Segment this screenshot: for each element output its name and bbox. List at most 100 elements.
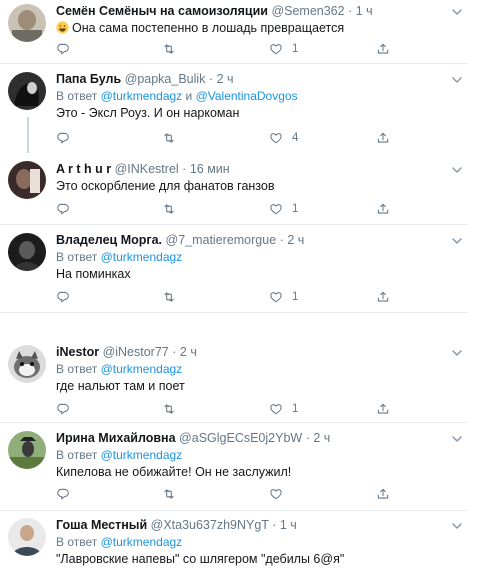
divider: [0, 224, 468, 225]
share-icon: [376, 290, 390, 304]
share-button[interactable]: [376, 289, 390, 305]
more-options-chevron[interactable]: [452, 237, 462, 245]
timestamp[interactable]: 16 мин: [190, 162, 230, 176]
chevron-down-icon: [452, 237, 462, 245]
author-name[interactable]: Владелец Морга.: [56, 233, 162, 247]
more-options-chevron[interactable]: [452, 166, 462, 174]
author-name[interactable]: iNestor: [56, 345, 99, 359]
like-button[interactable]: 1: [269, 289, 298, 305]
separator: ·: [172, 345, 177, 359]
reply-prefix: В ответ: [56, 448, 98, 462]
author-handle[interactable]: @Semen362: [271, 4, 344, 18]
more-options-chevron[interactable]: [452, 522, 462, 530]
avatar[interactable]: [8, 345, 46, 383]
tweet[interactable]: iNestor @iNestor77 · 2 ч В ответ @turkme…: [0, 341, 468, 419]
divider: [0, 312, 468, 313]
tweet[interactable]: Гоша Местный @Xta3u637zh9NYgT · 1 ч В от…: [0, 514, 468, 566]
like-button[interactable]: 1: [269, 41, 298, 57]
retweet-button[interactable]: [162, 486, 185, 502]
timestamp[interactable]: 1 ч: [356, 4, 373, 18]
share-button[interactable]: [376, 130, 390, 146]
retweet-icon: [162, 402, 176, 416]
separator: ·: [305, 431, 310, 445]
author-name[interactable]: A r t h u r: [56, 162, 111, 176]
avatar[interactable]: [8, 233, 46, 271]
author-name[interactable]: Семён Семёныч на самоизоляции: [56, 4, 268, 18]
divider: [0, 422, 468, 423]
tweet-actions: 1: [56, 289, 416, 305]
share-button[interactable]: [376, 41, 390, 57]
timestamp[interactable]: 2 ч: [217, 72, 234, 86]
divider: [0, 63, 468, 64]
timestamp[interactable]: 2 ч: [287, 233, 304, 247]
more-options-chevron[interactable]: [452, 435, 462, 443]
like-button[interactable]: 1: [269, 401, 298, 417]
more-options-chevron[interactable]: [452, 349, 462, 357]
tweet[interactable]: Ирина Михайловна @aSGlgECsE0j2YbW · 2 ч …: [0, 427, 468, 507]
author-handle[interactable]: @7_matieremorgue: [166, 233, 277, 247]
timestamp[interactable]: 2 ч: [180, 345, 197, 359]
reply-button[interactable]: [56, 486, 79, 502]
tweet[interactable]: A r t h u r @INKestrel · 16 мин Это оско…: [0, 158, 468, 220]
author-name[interactable]: Гоша Местный: [56, 518, 147, 532]
chevron-down-icon: [452, 435, 462, 443]
author-name[interactable]: Ирина Михайловна: [56, 431, 176, 445]
mention-link[interactable]: @turkmendagz: [101, 362, 183, 376]
author-handle[interactable]: @Xta3u637zh9NYgT: [151, 518, 269, 532]
avatar[interactable]: [8, 72, 46, 110]
author-name[interactable]: Папа Буль: [56, 72, 121, 86]
reply-button[interactable]: [56, 201, 79, 217]
share-button[interactable]: [376, 486, 390, 502]
more-options-chevron[interactable]: [452, 8, 462, 16]
tweet[interactable]: Семён Семёныч на самоизоляции @Semen362 …: [0, 0, 468, 60]
heart-icon: [269, 202, 283, 216]
timestamp[interactable]: 2 ч: [313, 431, 330, 445]
heart-icon: [269, 290, 283, 304]
tweet-text: где нальют там и поет: [56, 379, 185, 393]
like-button[interactable]: 4: [269, 130, 298, 146]
reply-button[interactable]: [56, 41, 79, 57]
author-handle[interactable]: @aSGlgECsE0j2YbW: [179, 431, 302, 445]
share-icon: [376, 131, 390, 145]
author-handle[interactable]: @papka_Bulik: [125, 72, 206, 86]
mention-link[interactable]: @ValentinaDovgos: [196, 89, 298, 103]
retweet-button[interactable]: [162, 201, 185, 217]
retweet-button[interactable]: [162, 41, 185, 57]
mention-link[interactable]: @turkmendagz: [101, 535, 183, 549]
avatar[interactable]: [8, 161, 46, 199]
share-button[interactable]: [376, 201, 390, 217]
reply-icon: [56, 290, 70, 304]
heart-icon: [269, 402, 283, 416]
mention-link[interactable]: @turkmendagz: [101, 448, 183, 462]
timestamp[interactable]: 1 ч: [280, 518, 297, 532]
retweet-button[interactable]: [162, 401, 185, 417]
retweet-button[interactable]: [162, 289, 185, 305]
author-handle[interactable]: @INKestrel: [115, 162, 179, 176]
like-button[interactable]: 1: [269, 201, 298, 217]
retweet-icon: [162, 487, 176, 501]
heart-icon: [269, 42, 283, 56]
tweet[interactable]: Папа Буль @papka_Bulik · 2 ч В ответ @tu…: [0, 68, 468, 158]
reply-icon: [56, 487, 70, 501]
reply-button[interactable]: [56, 130, 79, 146]
mention-link[interactable]: @turkmendagz: [101, 89, 183, 103]
like-button[interactable]: [269, 486, 292, 502]
avatar[interactable]: [8, 518, 46, 556]
retweet-button[interactable]: [162, 130, 185, 146]
reply-prefix: В ответ: [56, 362, 98, 376]
reply-button[interactable]: [56, 289, 79, 305]
author-handle[interactable]: @iNestor77: [103, 345, 169, 359]
reply-button[interactable]: [56, 401, 79, 417]
reply-context: В ответ @turkmendagz: [56, 249, 458, 265]
share-icon: [376, 402, 390, 416]
tweet-actions: 4: [56, 130, 416, 146]
avatar[interactable]: [8, 4, 46, 42]
tweet-text: Это оскорбление для фанатов ганзов: [56, 179, 275, 193]
like-count: 4: [292, 132, 299, 144]
share-button[interactable]: [376, 401, 390, 417]
mention-link[interactable]: @turkmendagz: [101, 250, 183, 264]
more-options-chevron[interactable]: [452, 76, 462, 84]
tweet[interactable]: Владелец Морга. @7_matieremorgue · 2 ч В…: [0, 229, 468, 309]
separator: ·: [208, 72, 214, 86]
avatar[interactable]: [8, 431, 46, 469]
